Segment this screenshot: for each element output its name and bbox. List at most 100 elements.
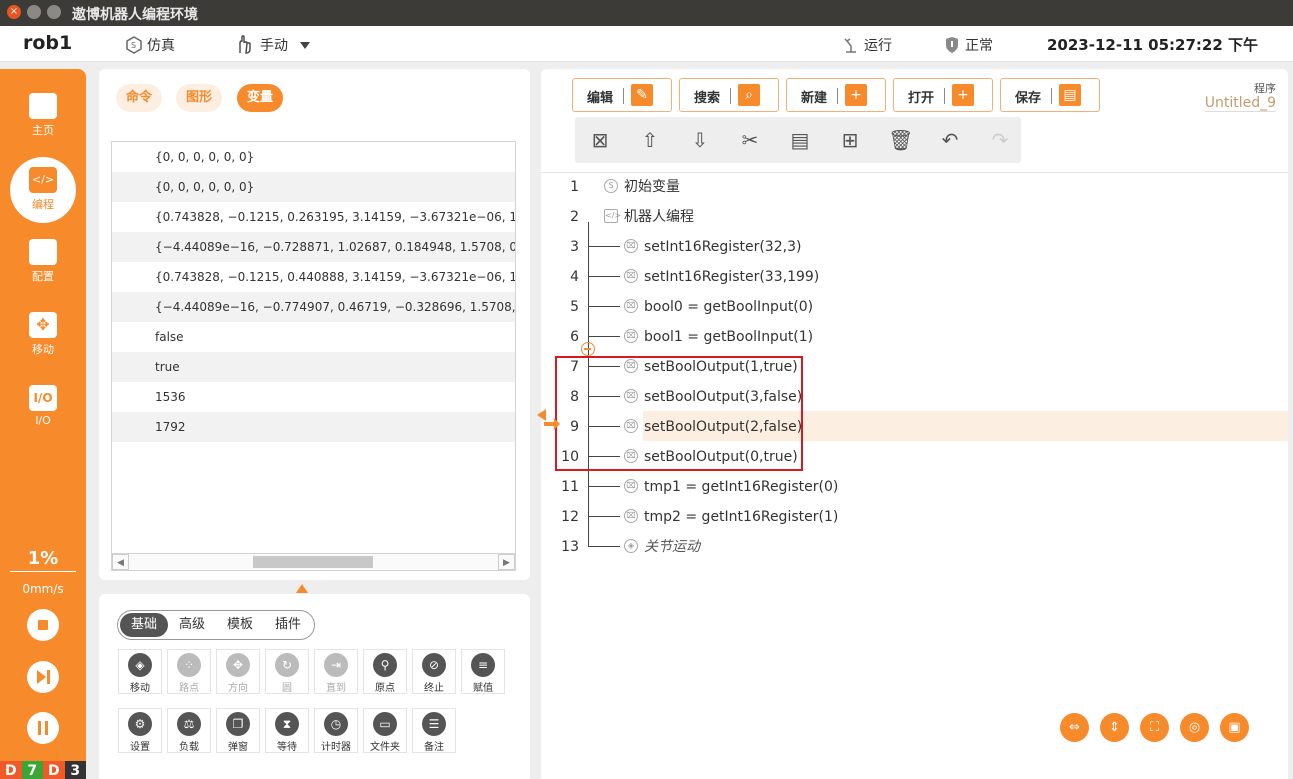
assign-command-button[interactable]: ≡ 赋值	[461, 649, 505, 694]
trash-icon[interactable]: 🗑	[888, 128, 913, 152]
settings-command-button[interactable]: ⚙ 设置	[118, 708, 162, 753]
timer-command-button[interactable]: ◷ 计时器	[314, 708, 358, 753]
sidebar-item-label: 移动	[32, 343, 54, 356]
save-button[interactable]: 保存 ▤	[1000, 78, 1100, 112]
line-text: tmp2 = getInt16Register(1)	[644, 509, 839, 525]
simulate-label: 仿真	[147, 38, 175, 54]
program-line[interactable]: 4 ⌧ setInt16Register(33,199)	[541, 262, 1288, 292]
origin-command-button[interactable]: ⚲ 原点	[363, 649, 407, 694]
scroll-left-icon[interactable]: ◀	[112, 554, 129, 570]
command-label: 设置	[130, 742, 150, 753]
table-row[interactable]: {0, 0, 0, 0, 0, 0}	[112, 142, 515, 172]
tab-advanced[interactable]: 高级	[168, 613, 216, 637]
speed-percent[interactable]: 1%	[0, 548, 86, 569]
scroll-right-icon[interactable]: ▶	[498, 554, 515, 570]
line-text: tmp1 = getInt16Register(0)	[644, 479, 839, 495]
status-tag: D	[0, 761, 22, 779]
popup-command-button[interactable]: ❐ 弹窗	[216, 708, 260, 753]
until-command-button[interactable]: ⇥ 直到	[314, 649, 358, 694]
program-line[interactable]: 2 </> 机器人编程	[541, 202, 1288, 356]
command-label: 等待	[277, 742, 297, 753]
align-icon[interactable]: ⇕	[1100, 713, 1129, 742]
program-line[interactable]: 1 S 初始变量	[541, 172, 1288, 202]
program-line[interactable]: 11 ⌧ tmp1 = getInt16Register(0)	[541, 472, 1288, 502]
sidebar-item-label: I/O	[35, 414, 51, 427]
move-up-icon[interactable]: ⇧	[638, 128, 662, 152]
line-number: 3	[570, 239, 579, 255]
sidebar-item-io[interactable]: I/O I/O	[0, 385, 86, 427]
program-line[interactable]: 12 ⌧ tmp2 = getInt16Register(1)	[541, 502, 1288, 532]
search-button[interactable]: 搜索 ⌕	[679, 78, 779, 112]
program-name[interactable]: Untitled_9	[1204, 95, 1276, 112]
wait-command-button[interactable]: ⧗ 等待	[265, 708, 309, 753]
robot-arm-icon	[844, 38, 856, 53]
new-button[interactable]: 新建 +	[786, 78, 886, 112]
open-button[interactable]: 打开 +	[893, 78, 993, 112]
save-label: 保存	[1015, 91, 1042, 106]
table-row[interactable]: 1536	[112, 382, 515, 412]
halt-command-button[interactable]: ⊘ 终止	[412, 649, 456, 694]
simulate-toggle[interactable]: S 仿真	[125, 35, 175, 55]
program-line[interactable]: 6 ⌧ bool1 = getBoolInput(1)	[541, 322, 1288, 352]
sidebar-item-home[interactable]: 主页	[0, 93, 86, 138]
tab-basic[interactable]: 基础	[120, 613, 169, 637]
tab-template[interactable]: 模板	[216, 613, 264, 637]
sidebar-item-config[interactable]: 配置	[0, 239, 86, 284]
move-icon: ✥	[29, 312, 57, 338]
variable-table[interactable]: {0, 0, 0, 0, 0, 0} {0, 0, 0, 0, 0, 0} {0…	[111, 141, 516, 571]
table-row[interactable]: {0.743828, −0.1215, 0.440888, 3.14159, −…	[112, 262, 515, 292]
target-icon[interactable]: ◎	[1180, 713, 1209, 742]
comment-command-button[interactable]: ☰ 备注	[412, 708, 456, 753]
line-number: 13	[561, 539, 579, 555]
duplicate-icon[interactable]: ⊞	[838, 128, 862, 152]
program-block-icon: </>	[604, 209, 621, 223]
stop-button[interactable]	[27, 609, 59, 641]
sidebar-item-program[interactable]: </> 编程	[10, 157, 76, 223]
program-line[interactable]: 3 ⌧ setInt16Register(32,3)	[541, 232, 1288, 262]
tab-variables[interactable]: 变量	[237, 84, 284, 112]
table-row[interactable]: {−4.44089e−16, −0.728871, 1.02687, 0.184…	[112, 232, 515, 262]
script-icon: ⌧	[624, 479, 638, 493]
redo-icon[interactable]: ↷	[988, 128, 1012, 152]
mode-dropdown[interactable]: 手动	[234, 35, 310, 55]
circle-command-button[interactable]: ↻ 圆	[265, 649, 309, 694]
program-line[interactable]: 13 ◈ 关节运动	[541, 532, 1288, 562]
table-row[interactable]: false	[112, 322, 515, 352]
script-editor-icon[interactable]: ▣	[1220, 713, 1249, 742]
undo-icon[interactable]: ↶	[938, 128, 962, 152]
status-label: 正常	[965, 38, 993, 54]
tab-plugin[interactable]: 插件	[264, 613, 312, 637]
direction-command-button[interactable]: ✥ 方向	[216, 649, 260, 694]
table-row[interactable]: {−4.44089e−16, −0.774907, 0.46719, −0.32…	[112, 292, 515, 322]
maximize-window-button[interactable]	[47, 5, 61, 19]
scrollbar-thumb[interactable]	[253, 556, 373, 568]
edit-label: 编辑	[587, 91, 614, 106]
tab-commands[interactable]: 命令	[116, 84, 163, 112]
delete-line-icon[interactable]: ⊠	[588, 128, 612, 152]
pause-button[interactable]	[27, 712, 59, 744]
program-line[interactable]: 5 ⌧ bool0 = getBoolInput(0)	[541, 292, 1288, 322]
waypoint-command-button[interactable]: ⁘ 路点	[167, 649, 211, 694]
step-button[interactable]	[27, 661, 59, 693]
fit-view-icon[interactable]: ⛶	[1140, 713, 1169, 742]
move-command-button[interactable]: ◈ 移动	[118, 649, 162, 694]
edit-button[interactable]: 编辑 ✎	[572, 78, 672, 112]
horizontal-scrollbar[interactable]: ◀ ▶	[112, 553, 515, 570]
tab-graphics[interactable]: 图形	[176, 84, 223, 112]
cut-icon[interactable]: ✂	[738, 128, 762, 152]
table-row[interactable]: {0, 0, 0, 0, 0, 0}	[112, 172, 515, 202]
open-folder-icon: +	[952, 84, 974, 106]
table-row[interactable]: true	[112, 352, 515, 382]
panel-splitter-handle[interactable]	[296, 584, 308, 593]
table-row[interactable]: {0.743828, −0.1215, 0.263195, 3.14159, −…	[112, 202, 515, 232]
search-label: 搜索	[694, 91, 721, 106]
folder-command-button[interactable]: ▭ 文件夹	[363, 708, 407, 753]
move-down-icon[interactable]: ⇩	[688, 128, 712, 152]
table-row[interactable]: 1792	[112, 412, 515, 442]
paste-icon[interactable]: ▤	[788, 128, 812, 152]
close-window-button[interactable]: ×	[7, 5, 21, 19]
sidebar-item-move[interactable]: ✥ 移动	[0, 312, 86, 357]
layout-icon[interactable]: ⇔	[1060, 713, 1089, 742]
minimize-window-button[interactable]	[27, 5, 41, 19]
payload-command-button[interactable]: ⚖ 负载	[167, 708, 211, 753]
